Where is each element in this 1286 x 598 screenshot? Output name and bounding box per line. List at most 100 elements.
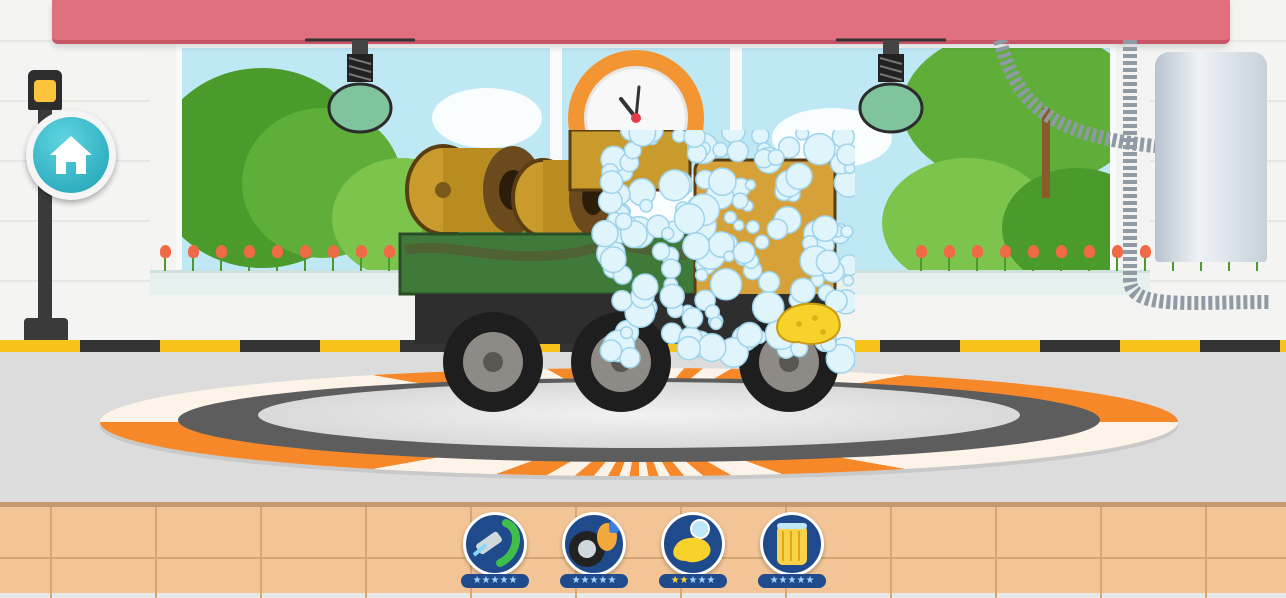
foam-bubble <box>619 325 634 340</box>
home-button-face <box>33 117 109 193</box>
foam-bubble <box>842 274 855 287</box>
flower <box>328 245 339 258</box>
tool-dryer-circle <box>760 512 824 576</box>
foam-bubble <box>591 219 619 248</box>
foam-bubble <box>731 192 749 210</box>
tool-dryer-button[interactable]: ★★★★★ <box>756 512 828 588</box>
flower-stem <box>948 257 950 271</box>
tile-seam <box>155 507 157 598</box>
tile-seam <box>995 507 997 598</box>
foam-bubble <box>681 307 704 329</box>
pendant-light-left <box>305 38 415 134</box>
foam-bubble <box>732 240 756 265</box>
flower <box>384 245 395 258</box>
water-hose-icon <box>472 519 520 567</box>
tile-seam <box>365 507 367 598</box>
foam-bubble <box>709 316 723 331</box>
home-icon <box>50 136 92 174</box>
flower-stem <box>276 257 278 271</box>
foam-bubble <box>750 130 770 145</box>
foam-bubble <box>811 215 839 243</box>
tool-sponge-button[interactable]: ★★★★★ <box>657 512 729 588</box>
dirty-truck[interactable] <box>395 130 855 420</box>
foam-bubble <box>694 268 709 282</box>
flower <box>356 245 367 258</box>
foam-bubble <box>785 162 813 191</box>
tool-hose-circle <box>463 512 527 576</box>
flower-stem <box>248 257 250 271</box>
tool-wheel-brush-circle <box>562 512 626 576</box>
foam-bubble <box>723 210 738 225</box>
foam-bubble <box>726 140 749 163</box>
foam-bubble <box>723 250 736 263</box>
flower-stem <box>388 257 390 271</box>
foam-bubble <box>708 167 737 197</box>
foam-bubble <box>767 148 785 166</box>
foam-bubble <box>619 347 641 369</box>
flower <box>244 245 255 258</box>
foam-bubble <box>697 333 727 363</box>
truck-wheel-rear <box>443 312 543 412</box>
foam-bubble <box>815 249 841 275</box>
foam-bubble <box>803 132 836 166</box>
foam-bubble <box>639 198 654 213</box>
foam-bubble <box>673 203 706 235</box>
tile-seam <box>1205 507 1207 598</box>
foam-bubble <box>744 179 757 191</box>
flower <box>944 245 955 258</box>
tool-hose-stars: ★★★★★ <box>461 574 529 588</box>
foam-bubble <box>709 267 743 301</box>
foam-bubble <box>840 224 854 239</box>
foam-bubble <box>766 218 789 241</box>
flower-stem <box>332 257 334 271</box>
pendant-light-right <box>836 38 946 134</box>
foam-bubble <box>599 246 627 274</box>
foam-bubble <box>651 242 671 261</box>
foam-bubble <box>758 270 781 294</box>
foam-bubble <box>754 234 770 250</box>
foam-bubble <box>795 130 810 141</box>
tool-dryer-stars: ★★★★★ <box>758 574 826 588</box>
foam-bubble <box>658 169 691 202</box>
foam-bubble <box>682 232 711 261</box>
roof-awning <box>52 0 1230 44</box>
flower <box>300 245 311 258</box>
tile-seam <box>1100 507 1102 598</box>
foam-bubble <box>704 304 721 320</box>
flower <box>188 245 199 258</box>
foam-bubble <box>683 130 706 148</box>
foam-bubble <box>631 273 659 301</box>
tool-tray <box>0 502 1286 598</box>
foam-bubble <box>720 130 746 144</box>
tool-sponge-circle <box>661 512 725 576</box>
tool-sponge-stars: ★★★★★ <box>659 574 727 588</box>
sponge-cursor[interactable] <box>776 302 841 345</box>
flower-stem <box>164 257 166 271</box>
foam-bubble <box>611 289 633 312</box>
water-tank <box>1155 52 1267 262</box>
flower-stem <box>920 257 922 271</box>
flower-stem <box>220 257 222 271</box>
flower <box>160 245 171 258</box>
home-button[interactable] <box>26 110 116 200</box>
flower <box>916 245 927 258</box>
sponge-icon <box>673 519 711 563</box>
foam-bubble <box>599 339 623 363</box>
foam-bubble <box>676 335 702 361</box>
foam-bubble <box>614 212 633 231</box>
tile-seam <box>260 507 262 598</box>
foam-bubble <box>836 143 855 166</box>
foam-bubble <box>599 170 624 195</box>
foam-bubble <box>660 258 682 279</box>
flower-stem <box>304 257 306 271</box>
street-lamp-bulb <box>34 80 56 102</box>
foam-bubble <box>789 277 817 304</box>
dryer-towel-icon <box>777 523 807 565</box>
wheel-brush-icon <box>569 521 619 567</box>
tile-seam <box>50 507 52 598</box>
tool-wheel-brush-stars: ★★★★★ <box>560 574 628 588</box>
foam-bubble <box>736 321 763 349</box>
tool-wheel-brush-button[interactable]: ★★★★★ <box>558 512 630 588</box>
flower-stem <box>976 257 978 271</box>
tool-hose-button[interactable]: ★★★★★ <box>459 512 531 588</box>
